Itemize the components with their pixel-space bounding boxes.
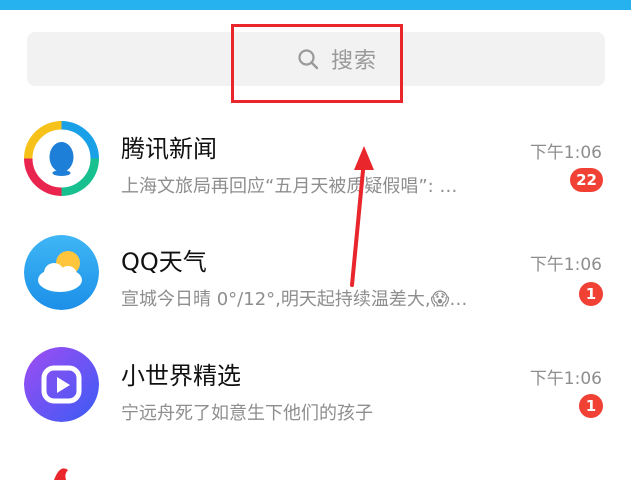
- chat-row-tencent-news[interactable]: 腾讯新闻 上海文旅局再回应“五月天被质疑假唱”: … 下午1:06 22: [0, 110, 631, 222]
- chat-time: 下午1:06: [529, 255, 602, 275]
- status-bar-strip: [0, 0, 631, 10]
- next-chat-avatar-partial: [24, 460, 99, 480]
- chat-row-small-world[interactable]: 小世界精选 宁远舟死了如意生下他们的孩子 下午1:06 1: [0, 335, 631, 447]
- chat-row-qq-weather[interactable]: QQ天气 宣城今日晴 0°/12°,明天起持续温差大,😱… 下午1:06 1: [0, 222, 631, 334]
- chat-preview: 宣城今日晴 0°/12°,明天起持续温差大,😱…: [121, 289, 468, 310]
- tencent-news-logo: [24, 121, 99, 196]
- chat-preview: 宁远舟死了如意生下他们的孩子: [121, 403, 373, 424]
- unread-badge: 22: [570, 168, 603, 192]
- chat-title: QQ天气: [121, 248, 207, 276]
- chat-time: 下午1:06: [529, 143, 602, 163]
- chat-time: 下午1:06: [529, 369, 602, 389]
- unread-badge: 1: [579, 394, 603, 418]
- qq-weather-logo: [24, 235, 99, 310]
- small-world-logo: [24, 347, 99, 422]
- chat-title: 小世界精选: [121, 362, 241, 390]
- chat-preview: 上海文旅局再回应“五月天被质疑假唱”: …: [121, 176, 458, 197]
- chat-title: 腾讯新闻: [121, 135, 217, 163]
- unread-badge: 1: [579, 282, 603, 306]
- annotation-highlight-box: [231, 24, 403, 103]
